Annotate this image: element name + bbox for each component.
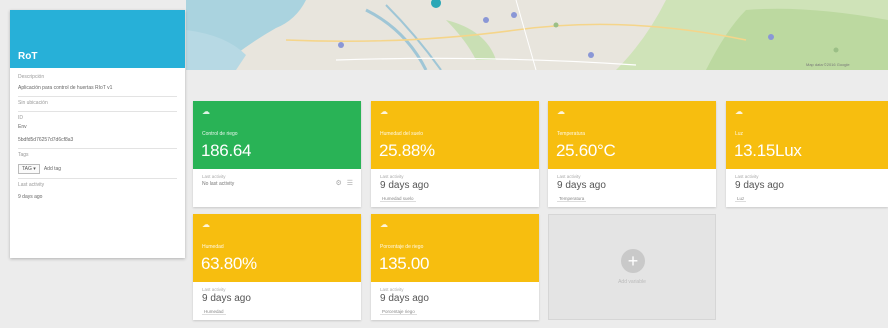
- settings-icon[interactable]: ⚙: [335, 179, 341, 187]
- tile-name: Humedad del suelo: [380, 131, 424, 137]
- tile-tag[interactable]: Porcentaje riego: [380, 309, 417, 315]
- tile-bottom-label: Last activity: [735, 174, 759, 179]
- variable-tile-control-de-riego[interactable]: ☁ Control de riego 186.64 Last activity …: [193, 101, 361, 207]
- cloud-icon: ☁: [202, 220, 210, 229]
- tile-bottom-value: 9 days ago: [380, 293, 429, 304]
- tile-bottom-label: Last activity: [380, 287, 404, 292]
- last-activity-value: 9 days ago: [18, 194, 43, 200]
- cloud-icon: ☁: [735, 107, 743, 116]
- tile-bottom-label: Last activity: [380, 174, 404, 179]
- location-label[interactable]: Sin ubicación: [18, 100, 177, 107]
- tile-name: Temperatura: [557, 131, 586, 137]
- tile-value: 63.80%: [201, 254, 257, 273]
- tag-select[interactable]: TAG ▾: [18, 164, 40, 174]
- cloud-icon: ☁: [380, 220, 388, 229]
- tile-bottom-value: 9 days ago: [735, 180, 784, 191]
- tile-tag[interactable]: Luz: [735, 196, 747, 202]
- device-info-panel: RoT Descripción Aplicación para control …: [10, 10, 185, 258]
- tile-bottom-label: Last activity: [202, 174, 226, 179]
- add-tag-link[interactable]: Add tag: [44, 166, 61, 173]
- id-sub-label: Env: [18, 124, 27, 130]
- plus-icon[interactable]: +: [621, 249, 645, 273]
- device-token[interactable]: 5bdfd5d76257d7d6cf8a3: [18, 137, 177, 144]
- menu-icon[interactable]: ☰: [347, 179, 353, 187]
- variable-tile-humedad-suelo[interactable]: ☁ Humedad del suelo 25.88% Last activity…: [371, 101, 539, 207]
- tile-bottom-value: No last activity: [202, 181, 235, 187]
- description-label: Descripción: [18, 74, 45, 80]
- variable-tile-temperatura[interactable]: ☁ Temperatura 25.60°C Last activity 9 da…: [548, 101, 716, 207]
- tile-bottom-label: Last activity: [557, 174, 581, 179]
- tile-value: 186.64: [201, 141, 252, 160]
- device-header: RoT: [10, 10, 185, 68]
- cloud-icon: ☁: [557, 107, 565, 116]
- tile-value: 135.00: [379, 254, 430, 273]
- variable-tile-porcentaje-riego[interactable]: ☁ Porcentaje de riego 135.00 Last activi…: [371, 214, 539, 320]
- tile-value: 25.60°C: [556, 141, 616, 160]
- location-map[interactable]: Map data ©2016 Google: [186, 0, 888, 70]
- variable-tile-luz[interactable]: ☁ Luz 13.15Lux Last activity 9 days ago …: [726, 101, 888, 207]
- variable-tile-humedad[interactable]: ☁ Humedad 63.80% Last activity 9 days ag…: [193, 214, 361, 320]
- tile-name: Control de riego: [202, 131, 238, 137]
- tile-name: Humedad: [202, 244, 224, 250]
- tile-bottom-value: 9 days ago: [380, 180, 429, 191]
- tile-value: 25.88%: [379, 141, 435, 160]
- id-label: ID: [18, 115, 23, 121]
- map-attribution: Map data ©2016 Google: [806, 62, 850, 67]
- tile-bottom-value: 9 days ago: [557, 180, 606, 191]
- add-variable-tile[interactable]: + Add variable: [548, 214, 716, 320]
- device-description[interactable]: Aplicación para control de huertas RIoT …: [18, 85, 177, 92]
- tile-name: Luz: [735, 131, 744, 137]
- tile-name: Porcentaje de riego: [380, 244, 424, 250]
- cloud-icon: ☁: [380, 107, 388, 116]
- tags-label: Tags: [18, 152, 29, 158]
- tile-bottom-label: Last activity: [202, 287, 226, 292]
- cloud-icon: ☁: [202, 107, 210, 116]
- tile-bottom-value: 9 days ago: [202, 293, 251, 304]
- tile-tag[interactable]: Temperatura: [557, 196, 587, 202]
- tile-tag[interactable]: Humedad suelo: [380, 196, 416, 202]
- map-graphic: Map data ©2016 Google: [186, 0, 888, 70]
- tile-value: 13.15Lux: [734, 141, 802, 160]
- device-title: RoT: [18, 51, 38, 62]
- add-variable-label: Add variable: [618, 279, 646, 285]
- tile-tag[interactable]: Humedad: [202, 309, 226, 315]
- last-activity-label: Last activity: [18, 182, 45, 188]
